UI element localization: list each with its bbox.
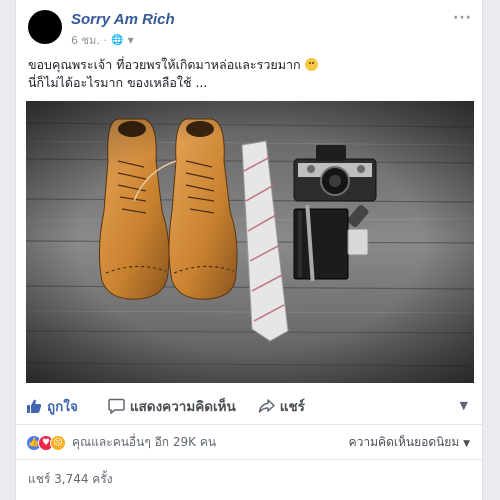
more-options-icon[interactable]: ··· <box>453 10 472 26</box>
reaction-count[interactable]: คุณและคนอื่นๆ อีก 29K คน <box>72 433 216 452</box>
reaction-icons[interactable]: 👍 ♥ ☹ <box>26 434 66 451</box>
comment-button[interactable]: แสดงความคิดเห็น <box>108 395 236 417</box>
share-arrow-icon <box>258 398 275 413</box>
post-photo[interactable] <box>26 101 474 383</box>
post-text-line-1-content: ขอบคุณพระเจ้า ที่อวยพรให้เกิดมาหล่อและรว… <box>28 57 301 72</box>
post-card: Sorry Am Rich 6 ชม. · 🌐 ▼ ··· ขอบคุณพระเ… <box>15 0 483 500</box>
smile-emoji-icon <box>304 58 318 71</box>
post-header: Sorry Am Rich 6 ชม. · 🌐 ▼ ··· <box>16 0 482 52</box>
comment-icon <box>108 398 125 414</box>
author-name[interactable]: Sorry Am Rich <box>71 11 175 28</box>
globe-icon[interactable]: 🌐 <box>111 35 123 46</box>
separator: · <box>103 33 108 47</box>
chevron-down-icon[interactable]: ▼ <box>128 36 134 45</box>
reactions-summary-row: 👍 ♥ ☹ คุณและคนอื่นๆ อีก 29K คน ความคิดเห… <box>16 426 482 460</box>
like-button[interactable]: ถูกใจ <box>26 395 78 417</box>
comment-sort-dropdown[interactable]: ความคิดเห็นยอดนิยม ▼ <box>349 433 470 452</box>
chevron-down-icon: ▼ <box>463 439 470 449</box>
post-text-line-2: นี่ก็ไม่ได้อะไรมาก ของเหลือใช้ ... <box>28 75 208 90</box>
post-text: ขอบคุณพระเจ้า ที่อวยพรให้เกิดมาหล่อและรว… <box>28 56 468 92</box>
share-button[interactable]: แชร์ <box>258 395 305 417</box>
share-count[interactable]: แชร์ 3,744 ครั้ง <box>28 470 113 489</box>
thumbs-up-icon <box>27 399 42 413</box>
post-meta: 6 ชม. · 🌐 ▼ <box>71 31 134 49</box>
post-text-line-1: ขอบคุณพระเจ้า ที่อวยพรให้เกิดมาหล่อและรว… <box>28 56 468 74</box>
avatar[interactable] <box>28 10 62 44</box>
post-actions-bar: ถูกใจ แสดงความคิดเห็น แชร์ ▼ <box>16 387 482 425</box>
post-time[interactable]: 6 ชม. <box>71 31 100 49</box>
like-label: ถูกใจ <box>47 398 78 415</box>
share-label: แชร์ <box>279 398 305 415</box>
photo-illustration <box>26 101 474 383</box>
chevron-down-icon[interactable]: ▼ <box>460 399 468 412</box>
comment-label: แสดงความคิดเห็น <box>129 398 236 415</box>
sad-reaction-icon: ☹ <box>50 434 66 451</box>
comment-sort-label: ความคิดเห็นยอดนิยม <box>348 435 460 449</box>
